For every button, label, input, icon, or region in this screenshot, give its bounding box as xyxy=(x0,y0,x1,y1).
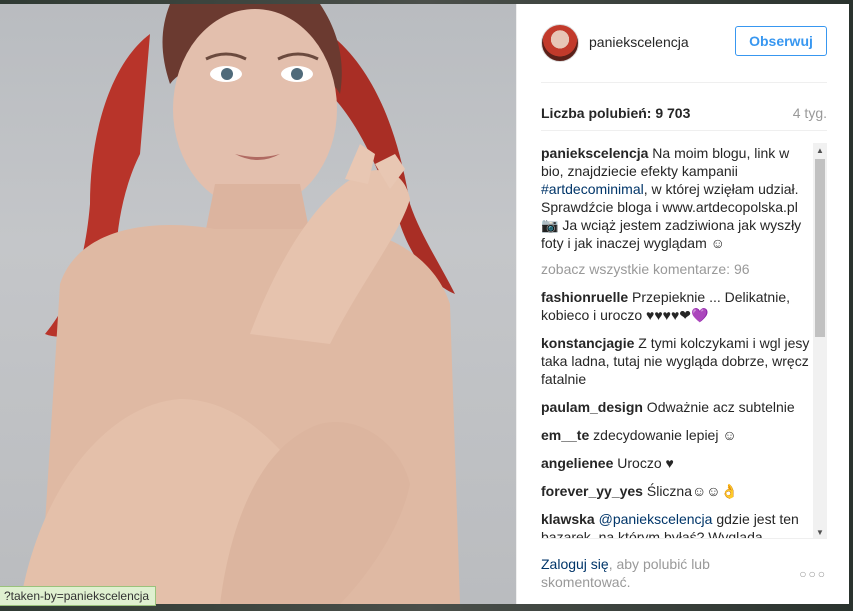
post-header: paniekscelencja Obserwuj xyxy=(541,22,827,83)
caption-hashtag[interactable]: #artdecominimal xyxy=(541,181,644,197)
post-side-panel: paniekscelencja Obserwuj Liczba polubień… xyxy=(516,4,849,604)
post-photo xyxy=(0,4,516,604)
comment-item: fashionruelle Przepieknie ... Delikatnie… xyxy=(541,288,811,324)
likes-row: Liczba polubień: 9 703 4 tyg. xyxy=(541,102,827,124)
comments-list: paniekscelencja Na moim blogu, link w bi… xyxy=(541,131,827,539)
comment-text: Odważnie acz subtelnie xyxy=(642,399,795,415)
post-footer: Zaloguj się, aby polubić lub skomentować… xyxy=(541,538,827,604)
post-modal: paniekscelencja Obserwuj Liczba polubień… xyxy=(0,4,849,604)
comment-username[interactable]: em__te xyxy=(541,427,589,443)
caption-username[interactable]: paniekscelencja xyxy=(541,145,648,161)
browser-status-url: ?taken-by=paniekscelencja xyxy=(0,586,157,606)
scroll-up-icon[interactable]: ▲ xyxy=(813,143,827,157)
more-options-icon[interactable]: ○○○ xyxy=(799,567,827,581)
comment-item: em__te zdecydowanie lepiej ☺ xyxy=(541,426,811,444)
comment-item: paulam_design Odważnie acz subtelnie xyxy=(541,398,811,416)
view-all-comments-link[interactable]: zobacz wszystkie komentarze: 96 xyxy=(541,261,811,277)
post-time[interactable]: 4 tyg. xyxy=(793,105,827,121)
comment-text: zdecydowanie lepiej ☺ xyxy=(589,427,737,443)
comment-username[interactable]: konstancjagie xyxy=(541,335,634,351)
login-prompt: Zaloguj się, aby polubić lub skomentować… xyxy=(541,555,751,591)
comment-username[interactable]: paulam_design xyxy=(541,399,643,415)
comment-item: forever_yy_yes Śliczna☺☺👌 xyxy=(541,482,811,500)
comments-scrollbar[interactable]: ▲ ▼ xyxy=(813,143,827,539)
post-image xyxy=(20,4,460,604)
header-username[interactable]: paniekscelencja xyxy=(589,34,689,50)
comment-username[interactable]: fashionruelle xyxy=(541,289,628,305)
caption: paniekscelencja Na moim blogu, link w bi… xyxy=(541,144,811,252)
likes-count[interactable]: Liczba polubień: 9 703 xyxy=(541,105,690,121)
comment-text: Uroczo ♥ xyxy=(613,455,674,471)
comment-text: Śliczna☺☺👌 xyxy=(642,483,739,499)
comment-item: klawska @paniekscelencja gdzie jest ten … xyxy=(541,510,811,539)
follow-button[interactable]: Obserwuj xyxy=(735,26,827,56)
avatar[interactable] xyxy=(541,24,579,62)
scroll-down-icon[interactable]: ▼ xyxy=(813,525,827,539)
scrollbar-thumb[interactable] xyxy=(815,159,825,337)
comment-username[interactable]: forever_yy_yes xyxy=(541,483,643,499)
comment-mention[interactable]: @paniekscelencja xyxy=(599,511,713,527)
comments-section[interactable]: paniekscelencja Na moim blogu, link w bi… xyxy=(541,130,827,539)
login-link[interactable]: Zaloguj się xyxy=(541,556,609,572)
comment-item: konstancjagie Z tymi kolczykami i wgl je… xyxy=(541,334,811,388)
comment-username[interactable]: angelienee xyxy=(541,455,613,471)
comment-username[interactable]: klawska xyxy=(541,511,595,527)
comment-item: angelienee Uroczo ♥ xyxy=(541,454,811,472)
